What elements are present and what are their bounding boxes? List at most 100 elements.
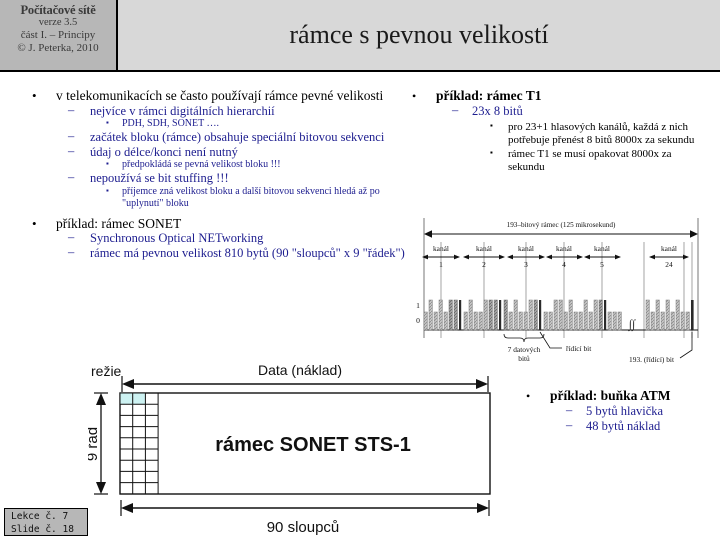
t1-data-bits-label-2: bitů xyxy=(518,354,530,363)
list-item-label: příklad: buňka ATM xyxy=(550,388,671,403)
list-item: ▪ předpokládá se pevná velikost bloku !!… xyxy=(90,159,408,171)
list-item: – údaj o délce/konci není nutný ▪ předpo… xyxy=(56,144,408,172)
t1-channel-word: kanál xyxy=(556,244,572,253)
list-item-label: Synchronous Optical NETworking xyxy=(90,231,264,245)
brand-title: Počítačové sítě xyxy=(20,3,96,17)
slide-canvas: Počítačové sítě verze 3.5 část I. – Prin… xyxy=(0,0,720,540)
t1-waveform: ∫∫ xyxy=(423,299,694,331)
list-item-label: příklad: rámec T1 xyxy=(436,88,542,103)
square-bullet-icon: ▪ xyxy=(490,148,493,157)
list-item-label: příjemce zná velikost bloku a další bito… xyxy=(122,185,380,209)
sonet-data-label: Data (náklad) xyxy=(258,362,342,378)
t1-channel-word: kanál xyxy=(661,244,677,253)
t1-frame-svg: 193–bitový rámec (125 mikrosekund) kanál… xyxy=(416,218,699,364)
t1-channel-number: 5 xyxy=(600,260,604,269)
t1-channel-number: 3 xyxy=(524,260,528,269)
list-item-label: pro 23+1 hlasových kanálů, každá z nich … xyxy=(508,121,695,146)
t1-channel-number: 4 xyxy=(562,260,566,269)
sonet-frame-svg: Data (náklad) režie rámec SONET STS-1 řa… xyxy=(88,362,491,536)
list-item: • příklad: rámec T1 – 23x 8 bitů ▪ pro 2… xyxy=(398,88,708,173)
sub-list: ▪ předpokládá se pevná velikost bloku !!… xyxy=(90,159,408,171)
sonet-overhead-cell-highlight xyxy=(120,393,133,405)
list-item: – 23x 8 bitů ▪ pro 23+1 hlasových kanálů… xyxy=(436,103,708,173)
slide-header: Počítačové sítě verze 3.5 část I. – Prin… xyxy=(0,0,720,72)
brand-block: Počítačové sítě verze 3.5 část I. – Prin… xyxy=(0,0,118,70)
dash-icon: – xyxy=(68,102,75,117)
square-bullet-icon: ▪ xyxy=(106,159,109,168)
t1-channel-number: 1 xyxy=(439,260,443,269)
t1-channel-word: kanál xyxy=(433,244,449,253)
list-item: ▪ pro 23+1 hlasových kanálů, každá z nic… xyxy=(472,121,708,146)
atm-example-block: • příklad: buňka ATM – 5 bytů hlavička –… xyxy=(512,388,717,434)
bullet-icon: • xyxy=(526,389,531,403)
sonet-overhead-cell-highlight xyxy=(132,393,146,405)
t1-frame-length-label: 193–bitový rámec (125 mikrosekund) xyxy=(507,221,616,229)
list-item: – 5 bytů hlavička xyxy=(550,403,717,419)
list-item-label: údaj o délce/konci není nutný xyxy=(90,144,238,159)
sub-list: ▪ příjemce zná velikost bloku a další bi… xyxy=(90,186,408,210)
list-item-label: nejvíce v rámci digitálních hierarchií xyxy=(90,103,275,118)
sonet-overhead-label: režie xyxy=(91,363,122,379)
sub-list: – 23x 8 bitů ▪ pro 23+1 hlasových kanálů… xyxy=(436,103,708,173)
t1-channel-word: kanál xyxy=(594,244,610,253)
dash-icon: – xyxy=(68,170,75,184)
t1-channel-number: 24 xyxy=(665,260,673,269)
t1-channel-number: 2 xyxy=(482,260,486,269)
list-item: – Synchronous Optical NETworking xyxy=(56,230,408,246)
list-item: – nepoužívá se bit stuffing !!! ▪ příjem… xyxy=(56,170,408,210)
right-content-column: • příklad: rámec T1 – 23x 8 bitů ▪ pro 2… xyxy=(398,88,708,173)
list-item-label: začátek bloku (rámce) obsahuje speciální… xyxy=(90,130,385,144)
list-item-label: 23x 8 bitů xyxy=(472,104,523,118)
atm-bullet-list: • příklad: buňka ATM – 5 bytů hlavička –… xyxy=(512,388,717,434)
dash-icon: – xyxy=(68,244,75,259)
bullet-icon: • xyxy=(32,88,37,103)
t1-193rd-bit-label: 193. (řídící) bit xyxy=(629,355,675,364)
sub-list: ▪ PDH, SDH, SONET …. xyxy=(90,118,408,130)
list-item: ▪ PDH, SDH, SONET …. xyxy=(90,118,408,130)
bullet-icon: • xyxy=(412,89,417,103)
list-item: – nejvíce v rámci digitálních hierarchií… xyxy=(56,102,408,131)
list-item: – rámec má pevnou velikost 810 bytů (90 … xyxy=(56,244,408,261)
brand-version: verze 3.5 xyxy=(38,17,78,28)
list-item-label: příklad: rámec SONET xyxy=(56,215,182,231)
list-item: ▪ rámec T1 se musí opakovat 8000x za sek… xyxy=(472,148,708,173)
t1-axis-low-label: 0 xyxy=(416,316,420,325)
slide-number: Slide č. 18 xyxy=(11,524,74,535)
dash-icon: – xyxy=(68,230,75,244)
square-bullet-icon: ▪ xyxy=(490,121,493,130)
list-item: • příklad: buňka ATM – 5 bytů hlavička –… xyxy=(512,388,717,434)
sonet-rows-label: 9 řad xyxy=(88,427,101,461)
sonet-frame-diagram: Data (náklad) režie rámec SONET STS-1 řa… xyxy=(88,360,508,536)
list-item-label: rámec má pevnou velikost 810 bytů (90 "s… xyxy=(90,245,405,260)
sub-list: – nejvíce v rámci digitálních hierarchií… xyxy=(56,102,408,210)
sub-list: – 5 bytů hlavička – 48 bytů náklad xyxy=(550,403,717,434)
list-item-label: předpokládá se pevná velikost bloku !!! xyxy=(122,159,281,170)
t1-control-bit-label: řídící bit xyxy=(566,344,592,353)
list-item-label: PDH, SDH, SONET …. xyxy=(122,118,220,129)
list-item: • příklad: rámec SONET – Synchronous Opt… xyxy=(18,216,408,261)
left-bullet-list: • v telekomunikacích se často používají … xyxy=(18,88,408,260)
dash-icon: – xyxy=(68,129,75,143)
list-item: – začátek bloku (rámce) obsahuje speciál… xyxy=(56,129,408,145)
t1-break-glyph: ∫∫ xyxy=(628,317,636,331)
dash-icon: – xyxy=(566,418,573,432)
t1-frame-diagram: 193–bitový rámec (125 mikrosekund) kanál… xyxy=(416,216,708,366)
list-item: • v telekomunikacích se často používají … xyxy=(18,88,408,210)
lesson-number: Lekce č. 7 xyxy=(11,511,69,522)
left-content-column: • v telekomunikacích se často používají … xyxy=(18,88,408,261)
brand-part: část I. – Principy xyxy=(20,29,96,41)
list-item-label: v telekomunikacích se často používají rá… xyxy=(56,88,384,103)
square-bullet-icon: ▪ xyxy=(106,185,109,195)
sub-list: ▪ pro 23+1 hlasových kanálů, každá z nic… xyxy=(472,121,708,173)
page-title: rámce s pevnou velikostí xyxy=(289,20,549,49)
sonet-cols-label: 90 sloupců xyxy=(267,519,340,536)
list-item-label: rámec T1 se musí opakovat 8000x za sekun… xyxy=(508,148,672,173)
list-item: ▪ příjemce zná velikost bloku a další bi… xyxy=(90,186,408,210)
sub-list: – Synchronous Optical NETworking – rámec… xyxy=(56,230,408,261)
list-item-label: 5 bytů hlavička xyxy=(586,404,664,418)
t1-axis-high-label: 1 xyxy=(416,301,420,310)
list-item: – 48 bytů náklad xyxy=(550,418,717,434)
list-item-label: 48 bytů náklad xyxy=(586,419,661,433)
dash-icon: – xyxy=(566,403,573,417)
dash-icon: – xyxy=(452,103,459,117)
